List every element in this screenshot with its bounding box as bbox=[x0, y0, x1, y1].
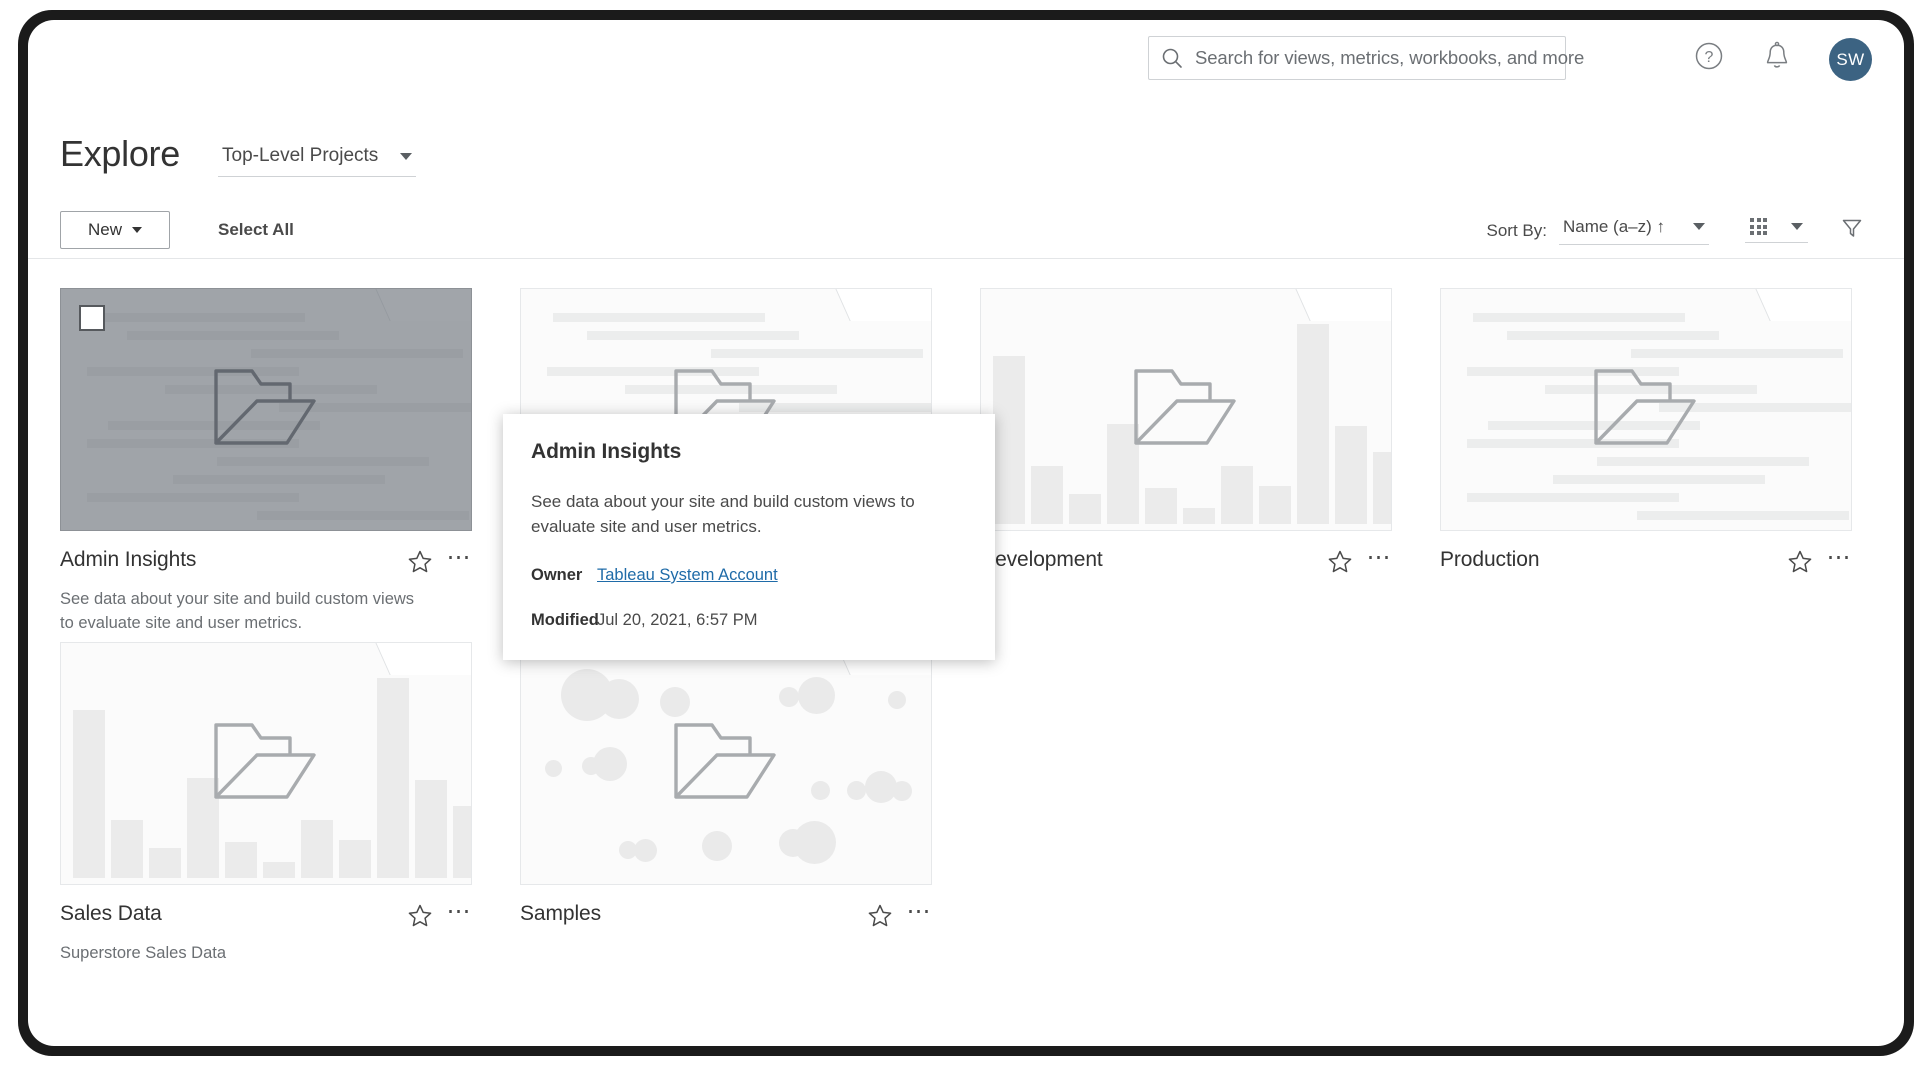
card-thumbnail[interactable] bbox=[520, 642, 932, 885]
card-meta: Development ⋯ bbox=[980, 531, 1392, 578]
search-input[interactable]: Search for views, metrics, workbooks, an… bbox=[1148, 36, 1584, 80]
page-title: Explore bbox=[60, 133, 180, 174]
card-thumbnail[interactable] bbox=[60, 642, 472, 885]
card-title[interactable]: Sales Data bbox=[60, 902, 407, 926]
star-outline-icon[interactable] bbox=[1787, 549, 1813, 575]
star-outline-icon[interactable] bbox=[1327, 549, 1353, 575]
card-meta: Samples ⋯ bbox=[520, 885, 932, 932]
tooltip-description: See data about your site and build custo… bbox=[531, 492, 915, 536]
svg-text:?: ? bbox=[1705, 49, 1714, 66]
browser-window-frame: Search for views, metrics, workbooks, an… bbox=[18, 10, 1914, 1056]
project-card-samples[interactable]: Samples ⋯ bbox=[520, 642, 932, 941]
sort-by-value: Name (a–z) ↑ bbox=[1562, 216, 1665, 236]
project-scope-dropdown[interactable]: Top-Level Projects bbox=[218, 145, 417, 177]
card-meta: Sales Data ⋯ Superstore Sales Data bbox=[60, 885, 472, 965]
more-ellipsis-icon[interactable]: ⋯ bbox=[1367, 546, 1393, 571]
more-ellipsis-icon[interactable]: ⋯ bbox=[907, 900, 933, 925]
top-navigation-bar: Search for views, metrics, workbooks, an… bbox=[28, 20, 1904, 98]
new-button-label: New bbox=[87, 220, 122, 239]
help-circle-icon: ? bbox=[1694, 41, 1724, 76]
tooltip-modified-value: Jul 20, 2021, 6:57 PM bbox=[597, 610, 758, 629]
new-button[interactable]: New bbox=[60, 211, 170, 249]
card-meta: Production ⋯ bbox=[1440, 531, 1852, 578]
project-hover-tooltip: Admin Insights See data about your site … bbox=[503, 414, 995, 660]
select-all-button[interactable]: Select All bbox=[218, 220, 294, 240]
chevron-down-icon bbox=[1791, 223, 1803, 230]
more-ellipsis-icon[interactable]: ⋯ bbox=[447, 546, 473, 571]
folder-icon bbox=[671, 719, 781, 809]
help-button[interactable]: ? bbox=[1689, 38, 1729, 78]
project-card-development[interactable]: Development ⋯ bbox=[980, 288, 1392, 587]
chevron-down-icon bbox=[400, 152, 413, 160]
tooltip-modified-row: Modified Jul 20, 2021, 6:57 PM bbox=[531, 611, 967, 630]
project-card-admin-insights[interactable]: Admin Insights ⋯ See data about your sit… bbox=[60, 288, 472, 636]
bell-icon bbox=[1763, 41, 1791, 76]
card-meta: Admin Insights ⋯ See data about your sit… bbox=[60, 531, 472, 636]
grid-view-icon bbox=[1750, 218, 1767, 235]
card-select-checkbox[interactable] bbox=[79, 305, 105, 331]
sort-and-view-controls: Sort By: Name (a–z) ↑ bbox=[1487, 216, 1865, 245]
tooltip-owner-row: Owner Tableau System Account bbox=[531, 566, 967, 585]
star-outline-icon[interactable] bbox=[867, 903, 893, 929]
card-description: Superstore Sales Data bbox=[60, 944, 227, 962]
notifications-button[interactable] bbox=[1757, 38, 1797, 78]
card-description: See data about your site and build custo… bbox=[60, 590, 415, 633]
search-placeholder-text: Search for views, metrics, workbooks, an… bbox=[1195, 47, 1585, 68]
content-toolbar: New Select All Sort By: Name (a–z) ↑ bbox=[28, 202, 1904, 258]
card-title[interactable]: Admin Insights bbox=[60, 548, 407, 572]
tooltip-owner-link[interactable]: Tableau System Account bbox=[597, 566, 778, 585]
filter-button[interactable] bbox=[1840, 216, 1864, 245]
app-window: Search for views, metrics, workbooks, an… bbox=[28, 20, 1904, 1046]
tooltip-owner-label: Owner bbox=[531, 565, 583, 584]
star-outline-icon[interactable] bbox=[407, 549, 433, 575]
avatar-initials: SW bbox=[1836, 49, 1865, 69]
card-selected-overlay bbox=[61, 289, 471, 530]
search-icon bbox=[1161, 47, 1183, 69]
card-thumbnail[interactable] bbox=[1440, 288, 1852, 531]
tooltip-title: Admin Insights bbox=[531, 440, 682, 463]
project-scope-value: Top-Level Projects bbox=[222, 145, 379, 166]
card-thumbnail[interactable] bbox=[60, 288, 472, 531]
sort-by-dropdown[interactable]: Name (a–z) ↑ bbox=[1558, 216, 1709, 245]
card-title[interactable]: Development bbox=[980, 548, 1327, 572]
chevron-down-icon bbox=[132, 227, 142, 233]
card-title[interactable]: Samples bbox=[520, 902, 867, 926]
folder-icon bbox=[1131, 365, 1241, 455]
filter-funnel-icon bbox=[1840, 216, 1864, 245]
card-title[interactable]: Production bbox=[1440, 548, 1787, 572]
folder-icon bbox=[1591, 365, 1701, 455]
card-thumbnail[interactable] bbox=[980, 288, 1392, 531]
project-card-sales-data[interactable]: Sales Data ⋯ Superstore Sales Data bbox=[60, 642, 472, 965]
view-mode-dropdown[interactable] bbox=[1745, 218, 1808, 243]
more-ellipsis-icon[interactable]: ⋯ bbox=[1827, 546, 1853, 571]
user-avatar[interactable]: SW bbox=[1829, 38, 1872, 81]
more-ellipsis-icon[interactable]: ⋯ bbox=[447, 900, 473, 925]
folder-icon bbox=[211, 719, 321, 809]
sort-by-label: Sort By: bbox=[1486, 220, 1547, 240]
star-outline-icon[interactable] bbox=[407, 903, 433, 929]
project-card-production[interactable]: Production ⋯ bbox=[1440, 288, 1852, 587]
tooltip-modified-label: Modified bbox=[531, 610, 599, 629]
chevron-down-icon bbox=[1693, 223, 1705, 230]
